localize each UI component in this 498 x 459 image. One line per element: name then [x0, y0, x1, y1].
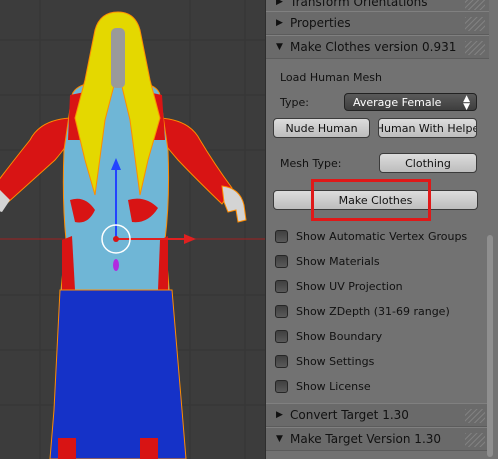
highlight-box: [311, 179, 431, 221]
panel-convert-target[interactable]: ▶ Convert Target 1.30: [266, 403, 489, 427]
option-label: Show Boundary: [296, 329, 383, 343]
face: [111, 28, 125, 88]
skirt: [49, 289, 187, 459]
option-row[interactable]: Show ZDepth (31-69 range): [275, 302, 450, 320]
drag-grip-icon[interactable]: [465, 0, 485, 10]
checkbox[interactable]: [275, 329, 288, 343]
panel-title: Properties: [290, 16, 351, 30]
right-hand: [221, 185, 247, 223]
panel-properties[interactable]: ▶ Properties: [266, 11, 489, 35]
option-row[interactable]: Show Settings: [275, 352, 374, 370]
human-type-select[interactable]: Average Female ▲ ▼: [344, 93, 477, 112]
panel-title: Make Clothes version 0.931: [290, 40, 457, 54]
panel-title: Transform Orientations: [290, 0, 428, 9]
checkbox[interactable]: [275, 279, 288, 293]
checkbox[interactable]: [275, 254, 288, 268]
mesh-type-clothing-button[interactable]: Clothing: [379, 153, 477, 173]
option-label: Show License: [296, 379, 371, 393]
mesh-type-label: Mesh Type:: [280, 157, 342, 170]
triangle-right-icon: ▶: [276, 18, 283, 28]
human-type-value: Average Female: [353, 96, 442, 109]
drag-grip-icon[interactable]: [465, 17, 485, 31]
option-row[interactable]: Show Automatic Vertex Groups: [275, 227, 467, 245]
lamp-icon: [113, 259, 119, 271]
panel-title: Convert Target 1.30: [290, 408, 409, 422]
nude-human-button[interactable]: Nude Human: [273, 118, 370, 138]
right-sleeve: [157, 117, 233, 205]
checkbox[interactable]: [275, 379, 288, 393]
option-row[interactable]: Show UV Projection: [275, 277, 403, 295]
checkbox[interactable]: [275, 304, 288, 318]
drag-grip-icon[interactable]: [465, 41, 485, 55]
triangle-down-icon: ▼: [276, 434, 283, 444]
left-sleeve: [0, 117, 73, 206]
option-label: Show Settings: [296, 354, 375, 368]
option-row[interactable]: Show Materials: [275, 252, 380, 270]
option-label: Show UV Projection: [296, 279, 403, 293]
triangle-down-icon: ▼: [276, 42, 283, 52]
checkbox[interactable]: [275, 354, 288, 368]
option-label: Show ZDepth (31-69 range): [296, 304, 450, 318]
3d-viewport[interactable]: [0, 0, 265, 459]
foot-left: [58, 438, 76, 459]
option-label: Show Materials: [296, 254, 380, 268]
type-label: Type:: [280, 96, 309, 109]
panel-title: Make Target Version 1.30: [290, 432, 442, 446]
triangle-right-icon: ▶: [276, 0, 283, 7]
option-label: Show Automatic Vertex Groups: [296, 229, 468, 243]
drag-grip-icon[interactable]: [465, 409, 485, 423]
object-origin: [113, 236, 119, 242]
load-human-mesh-label: Load Human Mesh: [280, 71, 383, 84]
foot-right: [140, 438, 158, 459]
option-row[interactable]: Show Boundary: [275, 327, 382, 345]
panel-scrollbar[interactable]: [487, 235, 493, 457]
human-with-helpers-button[interactable]: Human With Helpe: [378, 118, 477, 138]
panel-make-clothes[interactable]: ▼ Make Clothes version 0.931: [266, 35, 489, 59]
up-down-arrows-icon: ▲ ▼: [463, 94, 470, 112]
triangle-right-icon: ▶: [276, 410, 283, 420]
option-row[interactable]: Show License: [275, 377, 371, 395]
viewport-canvas: [0, 0, 265, 459]
panel-make-target[interactable]: ▼ Make Target Version 1.30: [266, 427, 489, 451]
drag-grip-icon[interactable]: [465, 433, 485, 447]
checkbox[interactable]: [275, 229, 288, 243]
